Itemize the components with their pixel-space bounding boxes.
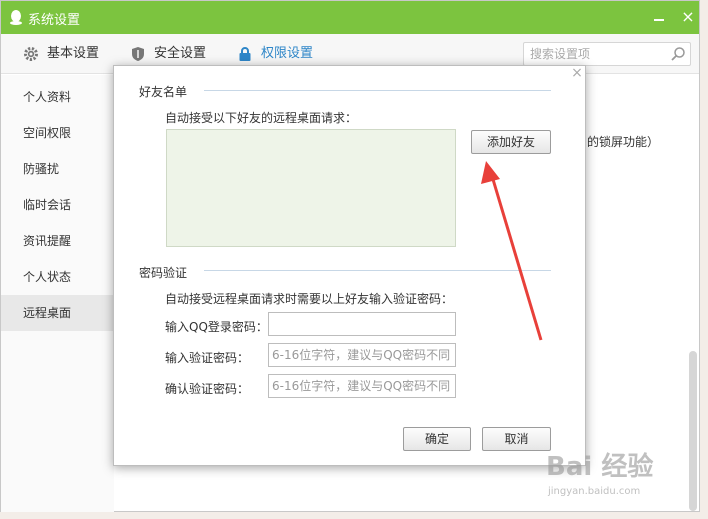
search-input[interactable] xyxy=(530,43,670,65)
watermark-url: jingyan.baidu.com xyxy=(548,486,641,497)
settings-search-box[interactable] xyxy=(523,42,691,66)
lock-icon xyxy=(239,47,251,61)
qq-penguin-icon xyxy=(10,10,22,25)
sidebar-item-space-permission[interactable]: 空间权限 xyxy=(1,115,114,151)
baidu-jingyan-watermark: Bai 经验 jingyan.baidu.com xyxy=(544,446,704,506)
friends-section-title: 好友名单 xyxy=(139,85,188,99)
sidebar-item-anti-harassment[interactable]: 防骚扰 xyxy=(1,151,114,187)
confirm-password-label: 确认验证密码： xyxy=(165,382,250,396)
shield-icon xyxy=(132,47,144,61)
sidebar-item-profile[interactable]: 个人资料 xyxy=(1,79,114,115)
add-friend-button[interactable]: 添加好友 xyxy=(471,130,551,154)
section-divider xyxy=(204,90,551,91)
section-divider xyxy=(204,270,551,271)
sidebar-item-personal-status[interactable]: 个人状态 xyxy=(1,259,114,295)
search-icon[interactable] xyxy=(670,46,686,62)
ok-button[interactable]: 确定 xyxy=(403,427,471,451)
remote-desktop-dialog: × 好友名单 自动接受以下好友的远程桌面请求： 添加好友 密码验证 自动接受远程… xyxy=(113,65,586,466)
tab-label: 权限设置 xyxy=(261,46,314,61)
sidebar-item-news-alerts[interactable]: 资讯提醒 xyxy=(1,223,114,259)
tab-security-settings[interactable]: 安全设置 xyxy=(130,44,210,64)
minimize-button[interactable] xyxy=(652,10,666,24)
close-window-button[interactable]: × xyxy=(680,9,696,25)
password-description: 自动接受远程桌面请求时需要以上好友输入验证密码： xyxy=(165,292,454,306)
gear-icon xyxy=(24,47,38,61)
qq-password-field[interactable] xyxy=(268,312,456,336)
verify-password-label: 输入验证密码： xyxy=(165,351,250,365)
watermark-brand: Bai 经验 xyxy=(546,452,654,482)
qq-password-label: 输入QQ登录密码： xyxy=(165,320,268,334)
cancel-button[interactable]: 取消 xyxy=(482,427,551,451)
tab-label: 安全设置 xyxy=(154,46,207,61)
title-bar: 系统设置 × xyxy=(1,1,699,34)
tab-permission-settings[interactable]: 权限设置 xyxy=(237,44,317,64)
window-title: 系统设置 xyxy=(28,13,81,28)
tab-label: 基本设置 xyxy=(47,46,100,61)
confirm-password-field[interactable] xyxy=(268,374,456,398)
dialog-close-button[interactable]: × xyxy=(570,66,584,80)
tab-basic-settings[interactable]: 基本设置 xyxy=(23,44,103,64)
verify-password-field[interactable] xyxy=(268,343,456,367)
friend-list-box[interactable] xyxy=(166,129,456,247)
password-section-title: 密码验证 xyxy=(139,266,188,280)
background-setting-text: 的锁屏功能） xyxy=(587,135,660,149)
friends-description: 自动接受以下好友的远程桌面请求： xyxy=(165,111,358,125)
sidebar-item-remote-desktop[interactable]: 远程桌面 xyxy=(1,295,114,331)
sidebar-item-temp-chat[interactable]: 临时会话 xyxy=(1,187,114,223)
settings-sidebar: 个人资料 空间权限 防骚扰 临时会话 资讯提醒 个人状态 远程桌面 xyxy=(1,75,114,512)
